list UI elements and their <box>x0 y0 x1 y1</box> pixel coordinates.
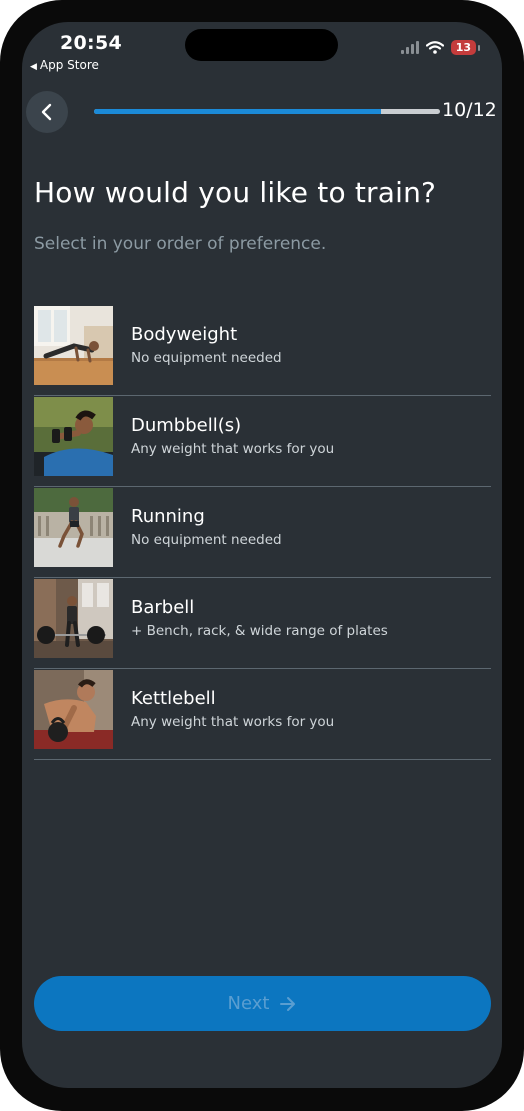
back-to-app-link[interactable]: ◀ App Store <box>30 58 99 72</box>
page-title: How would you like to train? <box>34 176 437 209</box>
back-triangle-icon: ◀ <box>30 62 37 72</box>
option-bodyweight[interactable]: Bodyweight No equipment needed <box>34 306 491 396</box>
dynamic-island <box>185 29 338 61</box>
option-name: Dumbbell(s) <box>131 415 242 436</box>
option-running[interactable]: Running No equipment needed <box>34 488 491 578</box>
bodyweight-thumbnail <box>34 306 113 385</box>
status-icons: 13 <box>400 40 481 55</box>
option-dumbbells[interactable]: Dumbbell(s) Any weight that works for yo… <box>34 397 491 487</box>
progress-fill <box>94 109 382 114</box>
option-description: No equipment needed <box>131 532 282 548</box>
option-description: Any weight that works for you <box>131 441 335 457</box>
option-name: Barbell <box>131 597 195 618</box>
next-button-label: Next <box>227 993 270 1014</box>
arrow-right-icon <box>280 996 296 1011</box>
phone-frame: 20:54 ◀ App Store 13 10/12 How would you … <box>0 0 524 1111</box>
running-thumbnail <box>34 488 113 567</box>
step-counter: 10/12 <box>442 99 497 121</box>
cellular-signal-icon <box>400 41 419 54</box>
option-kettlebell[interactable]: Kettlebell Any weight that works for you <box>34 670 491 760</box>
option-name: Bodyweight <box>131 324 238 345</box>
next-button[interactable]: Next <box>34 976 491 1031</box>
option-barbell[interactable]: Barbell + Bench, rack, & wide range of p… <box>34 579 491 669</box>
kettlebell-thumbnail <box>34 670 113 749</box>
option-name: Running <box>131 506 205 527</box>
dumbbells-thumbnail <box>34 397 113 476</box>
barbell-thumbnail <box>34 579 113 658</box>
back-to-app-label: App Store <box>39 58 99 72</box>
wifi-icon <box>425 41 444 54</box>
chevron-left-icon <box>41 103 52 121</box>
option-name: Kettlebell <box>131 688 216 709</box>
back-button[interactable] <box>26 91 68 133</box>
option-description: + Bench, rack, & wide range of plates <box>131 623 388 639</box>
training-options-list: Bodyweight No equipment needed Dumbbell(… <box>34 306 491 760</box>
option-description: No equipment needed <box>131 350 282 366</box>
battery-indicator: 13 <box>450 40 481 55</box>
option-description: Any weight that works for you <box>131 714 335 730</box>
progress-bar <box>94 109 440 114</box>
app-screen: 20:54 ◀ App Store 13 10/12 How would you … <box>22 22 502 1088</box>
status-time: 20:54 <box>60 32 122 54</box>
page-subtitle: Select in your order of preference. <box>34 234 327 254</box>
